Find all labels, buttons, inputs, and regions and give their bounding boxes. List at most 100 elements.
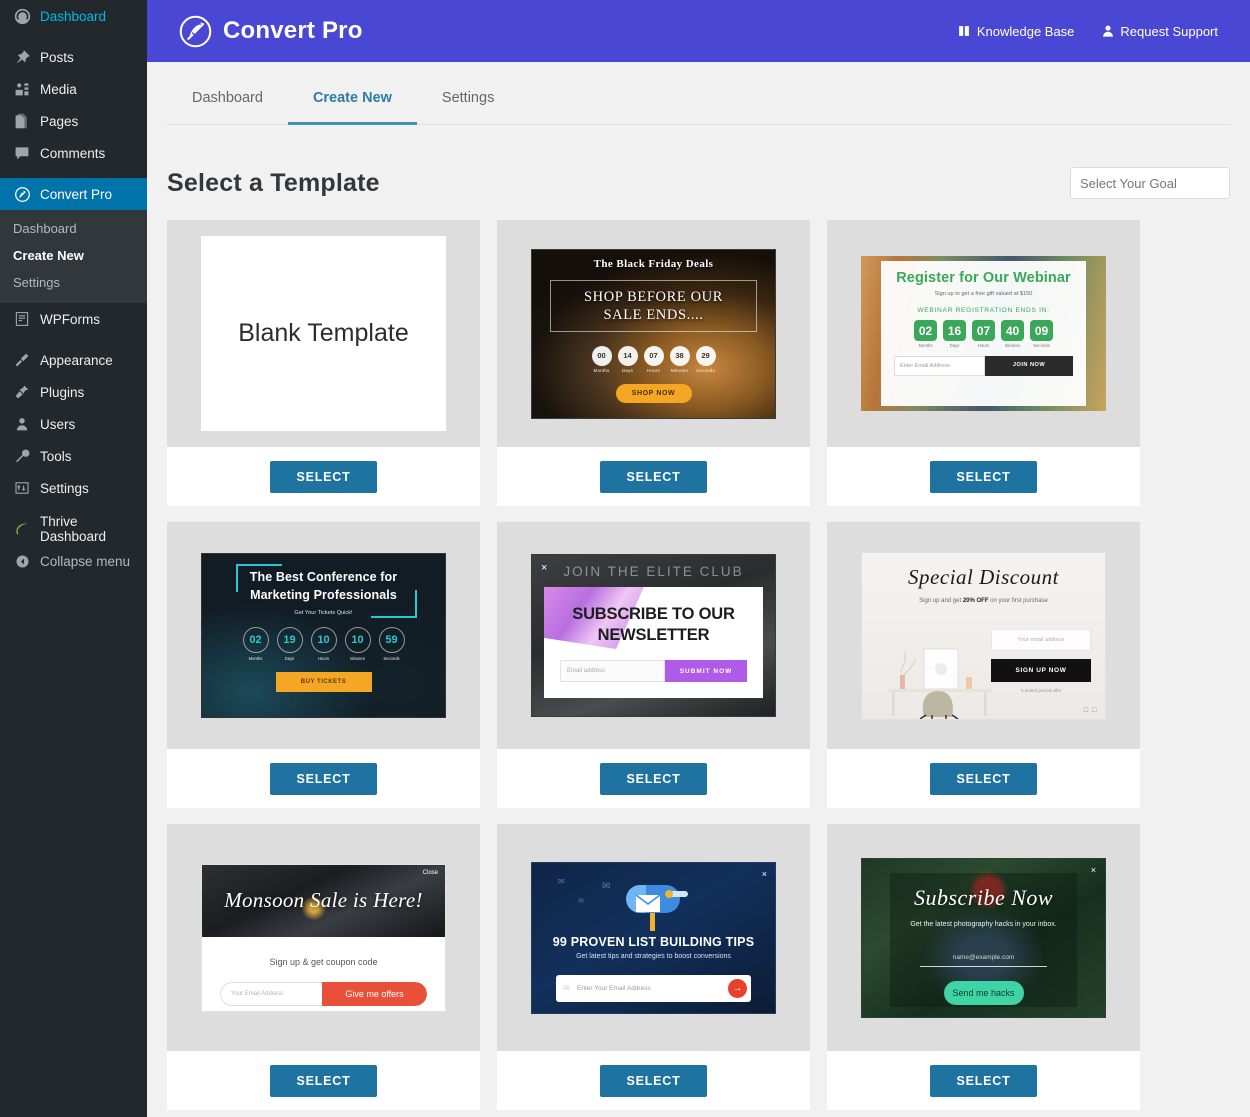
countdown-value: 29	[695, 345, 716, 366]
newsletter-form: Email address SUBMIT NOW	[560, 660, 747, 682]
template-card-blank-template[interactable]: Blank Template SELECT	[167, 220, 480, 506]
countdown-label: Hours	[977, 343, 990, 348]
countdown-label: Hours	[646, 367, 660, 373]
countdown-cell: 07 Hours	[643, 345, 664, 373]
arrow-right-icon: →	[728, 978, 747, 998]
conference-cta: BUY TICKETS	[275, 672, 372, 693]
knowledge-base-link[interactable]: Knowledge Base	[957, 23, 1075, 39]
blank-template-preview: Blank Template	[201, 236, 446, 431]
template-card-black-friday-deals[interactable]: The Black Friday Deals SHOP BEFORE OUR S…	[497, 220, 810, 506]
tab-create-new[interactable]: Create New	[287, 62, 417, 125]
select-button[interactable]: SELECT	[600, 762, 707, 795]
list-form: Enter Your Email Address →	[556, 974, 751, 1002]
sidebar-item-label: Appearance	[40, 352, 113, 368]
knowledge-base-label: Knowledge Base	[976, 23, 1075, 39]
webinar-countdown: 02 Months 16 Days 07 Hours 40 Minutes 09…	[881, 320, 1086, 348]
mailbox-icon	[626, 884, 688, 931]
sidebar-item-label: Comments	[40, 145, 106, 161]
newsletter-card: SUBSCRIBE TO OUR NEWSLETTER Email addres…	[544, 587, 763, 698]
countdown-label: Seconds	[1033, 343, 1050, 348]
countdown-cell: 19 Days	[276, 627, 303, 661]
appearance-icon	[13, 351, 31, 369]
template-card-monsoon-sale[interactable]: Close Monsoon Sale is Here! Sign up & ge…	[167, 824, 480, 1110]
countdown-cell: 09 Seconds	[1030, 320, 1053, 348]
sidebar-item-users[interactable]: Users	[0, 408, 147, 440]
sidebar-item-tools[interactable]: Tools	[0, 440, 147, 472]
submenu-item-settings[interactable]: Settings	[0, 269, 147, 296]
wp-admin-sidebar: Dashboard Posts Media Pages Comments Con…	[0, 0, 147, 1117]
sidebar-item-label: Dashboard	[40, 8, 107, 24]
subscribe-title: Subscribe Now	[913, 884, 1054, 910]
sidebar-item-pages[interactable]: Pages	[0, 105, 147, 137]
webinar-panel: Register for Our Webinar Sign up to get …	[881, 261, 1086, 406]
request-support-link[interactable]: Request Support	[1100, 24, 1218, 39]
select-button[interactable]: SELECT	[930, 1064, 1037, 1097]
tab-dashboard[interactable]: Dashboard	[167, 62, 288, 125]
close-icon: ×	[541, 562, 548, 574]
submenu-item-create-new[interactable]: Create New	[0, 242, 147, 269]
sidebar-item-dashboard[interactable]: Dashboard	[0, 0, 147, 32]
bf-headline-box: SHOP BEFORE OUR SALE ENDS....	[550, 279, 757, 332]
template-card-subscribe-now-photography[interactable]: × Subscribe Now Get the latest photograp…	[827, 824, 1140, 1110]
select-button[interactable]: SELECT	[930, 460, 1037, 493]
submenu-item-dashboard[interactable]: Dashboard	[0, 215, 147, 242]
page-title: Select a Template	[167, 168, 380, 197]
countdown-cell: 02 Months	[914, 320, 937, 348]
template-card-marketing-conference[interactable]: The Best Conference for Marketing Profes…	[167, 522, 480, 808]
tab-settings[interactable]: Settings	[417, 62, 519, 125]
countdown-label: Seconds	[696, 367, 715, 373]
convert-pro-submenu: Dashboard Create New Settings	[0, 210, 147, 303]
instagram-icon: ☐	[1083, 707, 1089, 714]
countdown-cell: 00 Months	[591, 345, 612, 373]
countdown-label: Days	[621, 367, 634, 373]
envelope-icon: ✉	[558, 876, 565, 886]
webinar-preview: Register for Our Webinar Sign up to get …	[861, 256, 1106, 411]
sidebar-item-collapse-menu[interactable]: Collapse menu	[0, 545, 147, 577]
template-thumbnail: The Best Conference for Marketing Profes…	[167, 522, 480, 749]
social-icons: ☐ ☐	[1083, 707, 1097, 714]
select-button[interactable]: SELECT	[600, 1064, 707, 1097]
template-card-special-discount[interactable]: Special Discount Sign up and get 20% OFF…	[827, 522, 1140, 808]
countdown-cell: 07 Hours	[972, 320, 995, 348]
select-button[interactable]: SELECT	[270, 762, 377, 795]
sidebar-item-comments[interactable]: Comments	[0, 137, 147, 169]
admin-page: Dashboard Posts Media Pages Comments Con…	[0, 0, 1250, 1117]
select-button[interactable]: SELECT	[600, 460, 707, 493]
webinar-title: Register for Our Webinar	[896, 270, 1071, 286]
countdown-value: 16	[943, 320, 966, 341]
sidebar-item-media[interactable]: Media	[0, 73, 147, 105]
select-button[interactable]: SELECT	[270, 1064, 377, 1097]
subscribe-email-placeholder: name@example.com	[920, 954, 1047, 967]
sidebar-item-appearance[interactable]: Appearance	[0, 344, 147, 376]
countdown-label: Days	[949, 343, 960, 348]
sidebar-item-convert-pro[interactable]: Convert Pro	[0, 178, 147, 210]
template-card-footer: SELECT	[827, 749, 1140, 808]
bf-headline-2: SALE ENDS....	[603, 306, 704, 323]
countdown-value: 59	[378, 627, 405, 654]
sidebar-item-posts[interactable]: Posts	[0, 41, 147, 73]
goal-select[interactable]: Select Your Goal	[1070, 167, 1230, 199]
page-tabs: Dashboard Create New Settings	[167, 62, 1230, 125]
countdown-label: Minutes	[350, 656, 365, 662]
bf-title: The Black Friday Deals	[593, 257, 714, 270]
request-support-label: Request Support	[1120, 23, 1218, 39]
special-discount-preview: Special Discount Sign up and get 20% OFF…	[861, 551, 1106, 720]
sidebar-item-plugins[interactable]: Plugins	[0, 376, 147, 408]
template-card-webinar-registration[interactable]: Register for Our Webinar Sign up to get …	[827, 220, 1140, 506]
template-thumbnail: Register for Our Webinar Sign up to get …	[827, 220, 1140, 447]
template-card-footer: SELECT	[497, 749, 810, 808]
template-card-elite-club-newsletter[interactable]: × JOIN THE ELITE CLUB SUBSCRIBE TO OUR N…	[497, 522, 810, 808]
sidebar-item-wpforms[interactable]: WPForms	[0, 303, 147, 335]
list-subtitle: Get latest tips and strategies to boost …	[576, 952, 731, 960]
blank-template-label: Blank Template	[238, 319, 409, 347]
countdown-value: 10	[310, 627, 337, 654]
brand-logo[interactable]: Convert Pro	[179, 15, 363, 48]
select-button[interactable]: SELECT	[270, 460, 377, 493]
sidebar-item-label: Tools	[40, 448, 72, 464]
sidebar-item-thrive-dashboard[interactable]: Thrive Dashboard	[0, 513, 147, 545]
sidebar-item-settings[interactable]: Settings	[0, 472, 147, 504]
template-card-list-building-tips[interactable]: × ✉ ✉ ✉ 99 PROVEN LIST BUILDING TIPS Get…	[497, 824, 810, 1110]
plugins-icon	[13, 383, 31, 401]
select-button[interactable]: SELECT	[930, 762, 1037, 795]
countdown-value: 00	[591, 345, 612, 366]
